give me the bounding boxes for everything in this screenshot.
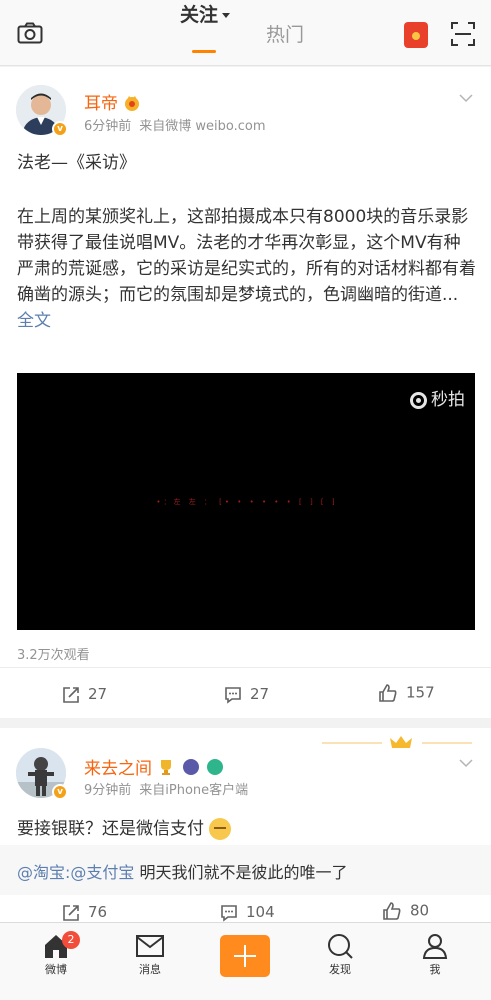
tab-follow[interactable]: 关注 [180, 0, 231, 27]
comment-button[interactable]: 104 [220, 903, 275, 922]
repost-button[interactable]: 27 [62, 685, 107, 704]
caret-down-icon [222, 13, 231, 18]
quoted-text: @淘宝:@支付宝 明天我们就不是彼此的唯一了 [17, 859, 348, 883]
comment-count: 104 [246, 903, 275, 921]
person-icon [422, 934, 448, 959]
chevron-down-icon[interactable] [459, 93, 473, 103]
quoted-body: 明天我们就不是彼此的唯一了 [134, 863, 348, 882]
heart-badge-icon [207, 758, 224, 775]
tab-indicator [192, 50, 216, 53]
like-count: 157 [406, 683, 435, 702]
post-source: 来自iPhone客户端 [139, 783, 249, 798]
thumbs-up-icon [383, 902, 401, 920]
like-count: 80 [410, 901, 430, 920]
like-button[interactable]: 80 [382, 901, 429, 921]
top-bar: 关注 热门 [0, 0, 491, 66]
trophy-badge-icon [161, 759, 171, 775]
repost-icon [63, 904, 79, 921]
comment-icon [221, 904, 237, 922]
thumbs-up-icon [379, 684, 397, 702]
smirk-emoji-icon [209, 818, 232, 840]
comment-button[interactable]: 27 [224, 685, 269, 704]
post-body-text: 要接银联？还是微信支付 [17, 819, 204, 839]
video-subtitle: •：左 左 ： [• • • • • • [ ] [ ] [156, 498, 338, 506]
post-title: 法老—《采访》 [17, 153, 136, 173]
repost-count: 76 [88, 903, 108, 921]
camera-icon[interactable] [17, 22, 43, 44]
nav-home[interactable]: 微博 2 [26, 931, 86, 977]
tab-hot[interactable]: 热门 [266, 20, 304, 47]
post-meta: 6分钟前 来自微博 weibo.com [84, 115, 266, 134]
tab-follow-label: 关注 [180, 4, 219, 26]
username-text: 耳帝 [84, 94, 118, 114]
post-body: 在上周的某颁奖礼上，这部拍摄成本只有8000块的音乐录影带获得了最佳说唱MV。法… [17, 204, 477, 334]
post-body-text: 在上周的某颁奖礼上，这部拍摄成本只有8000块的音乐录影带获得了最佳说唱MV。法… [17, 207, 476, 305]
user-badges [157, 756, 226, 776]
comment-count: 27 [250, 685, 270, 703]
view-count: 3.2万次观看 [17, 648, 90, 663]
post-source: 来自微博 weibo.com [139, 119, 266, 134]
nav-me-label: 我 [429, 963, 441, 976]
scan-icon[interactable] [451, 22, 475, 46]
full-text-link[interactable]: 全文 [17, 311, 51, 331]
miaopai-logo-icon [410, 391, 427, 409]
video-player[interactable]: 秒拍 •：左 左 ： [• • • • • • [ ] [ ] [17, 373, 475, 630]
post-time: 9分钟前 [84, 783, 132, 798]
nav-discover-label: 发现 [329, 963, 351, 976]
nav-home-label: 微博 [45, 963, 67, 976]
envelope-icon [136, 935, 164, 957]
chevron-down-icon[interactable] [459, 758, 473, 768]
post-card[interactable]: v 耳帝 6分钟前 来自微博 weibo.com 法老—《采访》 在上周的某颁奖礼… [0, 67, 491, 718]
like-button[interactable]: 157 [378, 683, 435, 703]
notification-badge: 2 [62, 931, 80, 949]
video-watermark: 秒拍 [410, 385, 465, 410]
member-crown-icon [125, 96, 140, 111]
crown-decoration-icon [322, 736, 472, 748]
comment-icon [225, 686, 241, 704]
nav-me[interactable]: 我 [405, 933, 465, 977]
nav-discover[interactable]: 发现 [310, 933, 370, 977]
username[interactable]: 来去之间 [84, 754, 152, 779]
red-packet-icon[interactable] [404, 22, 428, 48]
repost-icon [63, 686, 79, 703]
verified-badge-icon: v [52, 784, 68, 800]
repost-button[interactable]: 76 [62, 903, 107, 922]
bottom-nav: 微博 2 消息 发现 我 [0, 922, 491, 1000]
mention-alipay-link[interactable]: @支付宝 [70, 863, 134, 882]
divider [0, 667, 491, 668]
night-badge-icon [183, 758, 200, 775]
watermark-text: 秒拍 [431, 390, 465, 410]
mention-taobao-link[interactable]: @淘宝 [17, 863, 65, 882]
username[interactable]: 耳帝 [84, 89, 141, 114]
quoted-post[interactable]: @淘宝:@支付宝 明天我们就不是彼此的唯一了 [0, 845, 491, 895]
compose-button[interactable] [220, 935, 270, 977]
nav-messages[interactable]: 消息 [120, 933, 180, 977]
repost-count: 27 [88, 685, 108, 703]
post-body: 要接银联？还是微信支付 [17, 814, 232, 840]
search-icon [328, 934, 353, 959]
post-meta: 9分钟前 来自iPhone客户端 [84, 779, 248, 798]
post-time: 6分钟前 [84, 119, 132, 134]
nav-messages-label: 消息 [139, 963, 161, 976]
verified-badge-icon: v [52, 121, 68, 137]
